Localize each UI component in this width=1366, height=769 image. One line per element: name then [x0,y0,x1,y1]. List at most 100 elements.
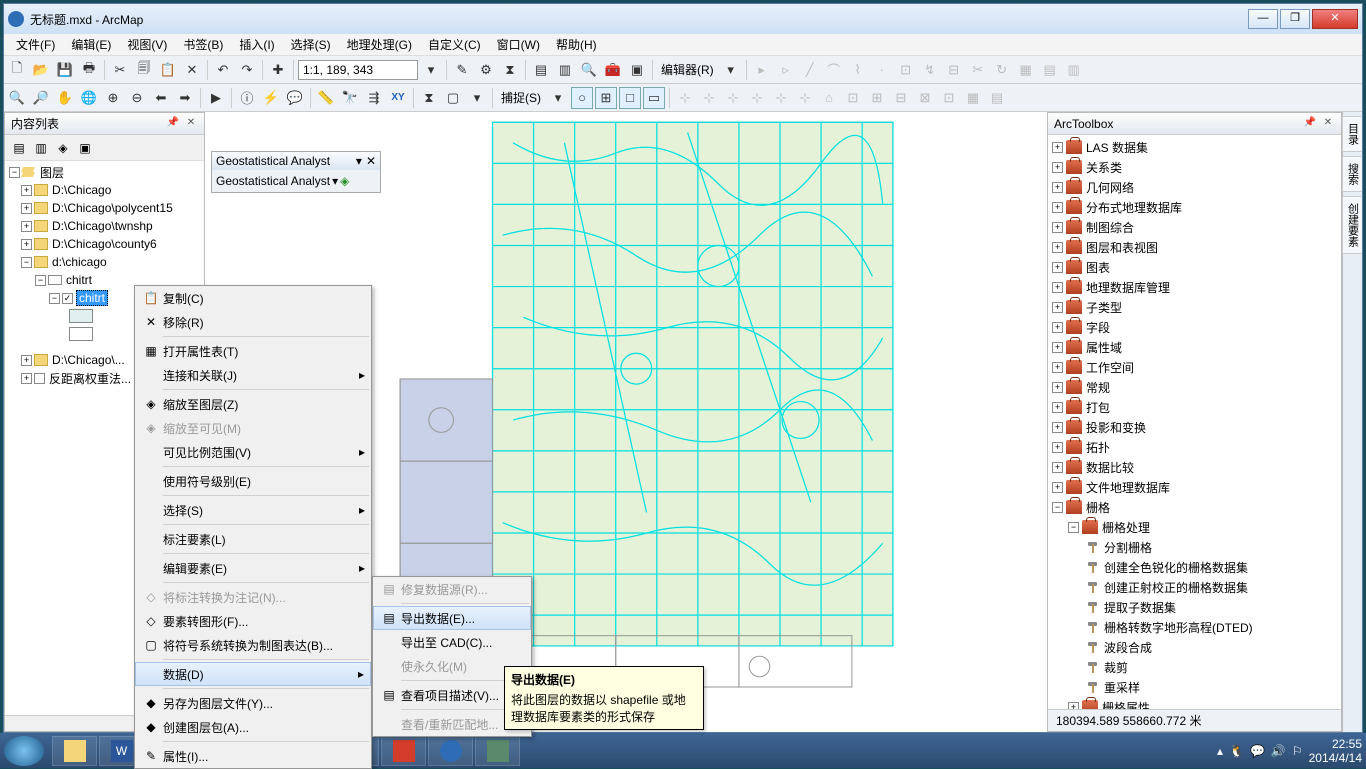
chevron-down-icon[interactable]: ▾ [356,154,362,168]
toolbox-sub[interactable]: −栅格处理 [1050,517,1339,537]
catalog-icon[interactable]: ▥ [554,59,576,81]
toolbox-sub[interactable]: +栅格属性 [1050,697,1339,709]
create-viewer-icon[interactable]: ▢ [442,87,464,109]
tool-item[interactable]: 提取子数据集 [1050,597,1339,617]
close-icon[interactable]: ✕ [1321,117,1335,131]
toolbox-item[interactable]: +图表 [1050,257,1339,277]
print-icon[interactable]: 🖶 [78,59,100,81]
menu-bookmarks[interactable]: 书签(B) [175,34,231,55]
ctx-copy[interactable]: 📋复制(C) [135,286,371,310]
paste-icon[interactable]: 📋 [157,59,179,81]
tray-flag-icon[interactable]: ⚐ [1292,744,1303,758]
ctx-selection[interactable]: 选择(S)▸ [135,498,371,522]
toolbox-item[interactable]: +图层和表视图 [1050,237,1339,257]
menu-edit[interactable]: 编辑(E) [63,34,119,55]
toolbox-item[interactable]: +子类型 [1050,297,1339,317]
ctx-properties[interactable]: ✎属性(I)... [135,744,371,768]
tray-volume-icon[interactable]: 🔊 [1271,744,1286,758]
pin-icon[interactable]: 📌 [166,117,180,131]
menu-insert[interactable]: 插入(I) [231,34,282,55]
toolbox-item[interactable]: +地理数据库管理 [1050,277,1339,297]
tree-root[interactable]: −图层 [7,163,202,181]
save-icon[interactable]: 💾 [54,59,76,81]
search-icon[interactable]: 🔍 [578,59,600,81]
ctx-symbology-to-rep[interactable]: ▢将符号系统转换为制图表达(B)... [135,633,371,657]
ctx-create-layer-package[interactable]: ◆创建图层包(A)... [135,715,371,739]
time-slider-icon[interactable]: ⧗ [418,87,440,109]
goto-xy-icon[interactable]: XY [387,87,409,109]
list-by-visibility-icon[interactable]: ◈ [53,138,73,158]
tray-up-icon[interactable]: ▴ [1217,744,1223,758]
scale-input[interactable]: 1:1, 189, 343 [298,60,418,80]
ctx-joins-relates[interactable]: 连接和关联(J)▸ [135,363,371,387]
tool-item[interactable]: 创建正射校正的栅格数据集 [1050,577,1339,597]
taskbar-ccleaner[interactable] [381,736,426,766]
measure-icon[interactable]: 📏 [315,87,337,109]
sidebar-tab-catalog[interactable]: 目录 [1342,116,1363,152]
ctx-features-to-graphics[interactable]: ◇要素转图形(F)... [135,609,371,633]
editor-dropdown[interactable]: 编辑器(R) [657,61,718,78]
tray-chat-icon[interactable]: 💬 [1250,744,1265,758]
hyperlink-icon[interactable]: ⚡ [260,87,282,109]
tool-item[interactable]: 裁剪 [1050,657,1339,677]
new-icon[interactable]: 🗋 [6,59,28,81]
sub-export-cad[interactable]: 导出至 CAD(C)... [373,630,531,654]
sidebar-tab-search[interactable]: 搜索 [1342,156,1363,192]
menu-customize[interactable]: 自定义(C) [420,34,489,55]
close-icon[interactable]: ✕ [184,117,198,131]
arctoolbox-icon[interactable]: 🧰 [602,59,624,81]
toolbox-item[interactable]: +字段 [1050,317,1339,337]
toc-icon[interactable]: ▤ [530,59,552,81]
ctx-zoom-to-layer[interactable]: ◈缩放至图层(Z) [135,392,371,416]
toolbox-item[interactable]: +拓扑 [1050,437,1339,457]
snapping-dropdown[interactable]: 捕捉(S) [497,89,545,106]
taskbar-arccatalog[interactable] [428,736,473,766]
toolbox-item[interactable]: +LAS 数据集 [1050,137,1339,157]
fixed-zoom-in-icon[interactable]: ⊕ [102,87,124,109]
chevron-down-icon[interactable]: ▾ [332,174,338,188]
tree-item[interactable]: +D:\Chicago [7,181,202,199]
maximize-button[interactable]: ❐ [1280,9,1310,29]
list-by-selection-icon[interactable]: ▣ [75,138,95,158]
find-route-icon[interactable]: ⇶ [363,87,385,109]
snap-vertex-icon[interactable]: □ [619,87,641,109]
scale-dropdown-icon[interactable]: ▾ [420,59,442,81]
identify-icon[interactable]: ⓘ [236,87,258,109]
find-icon[interactable]: 🔭 [339,87,361,109]
clock[interactable]: 22:55 2014/4/14 [1309,737,1362,765]
open-icon[interactable]: 📂 [30,59,52,81]
model-builder-icon[interactable]: ⚙ [475,59,497,81]
list-by-source-icon[interactable]: ▥ [31,138,51,158]
toolbox-item[interactable]: +数据比较 [1050,457,1339,477]
taskbar-explorer[interactable] [52,736,97,766]
fixed-zoom-out-icon[interactable]: ⊖ [126,87,148,109]
tool-item[interactable]: 波段合成 [1050,637,1339,657]
chevron-down-icon[interactable]: ▾ [547,87,569,109]
menu-window[interactable]: 窗口(W) [489,34,548,55]
chevron-down-icon[interactable]: ▾ [720,59,742,81]
toolbox-item[interactable]: +制图综合 [1050,217,1339,237]
toolbox-item[interactable]: +常规 [1050,377,1339,397]
back-icon[interactable]: ⬅ [150,87,172,109]
ctx-data[interactable]: 数据(D)▸ [135,662,371,686]
editor-toolbar-icon[interactable]: ✎ [451,59,473,81]
toolbox-item[interactable]: +分布式地理数据库 [1050,197,1339,217]
html-popup-icon[interactable]: 💬 [284,87,306,109]
forward-icon[interactable]: ➡ [174,87,196,109]
menu-selection[interactable]: 选择(S) [283,34,339,55]
full-extent-icon[interactable]: 🌐 [78,87,100,109]
sidebar-tab-create-features[interactable]: 创建要素 [1342,196,1363,254]
ctx-use-symbol-levels[interactable]: 使用符号级别(E) [135,469,371,493]
tool-item[interactable]: 创建全色锐化的栅格数据集 [1050,557,1339,577]
toolbox-item[interactable]: +投影和变换 [1050,417,1339,437]
time-slider-icon[interactable]: ⧗ [499,59,521,81]
close-button[interactable]: ✕ [1312,9,1358,29]
viewer-dropdown-icon[interactable]: ▾ [466,87,488,109]
ctx-remove[interactable]: ✕移除(R) [135,310,371,334]
delete-icon[interactable]: ✕ [181,59,203,81]
add-data-icon[interactable]: ✚ [267,59,289,81]
ctx-save-as-layer-file[interactable]: ◆另存为图层文件(Y)... [135,691,371,715]
menu-view[interactable]: 视图(V) [119,34,175,55]
redo-icon[interactable]: ↷ [236,59,258,81]
snap-point-icon[interactable]: ○ [571,87,593,109]
